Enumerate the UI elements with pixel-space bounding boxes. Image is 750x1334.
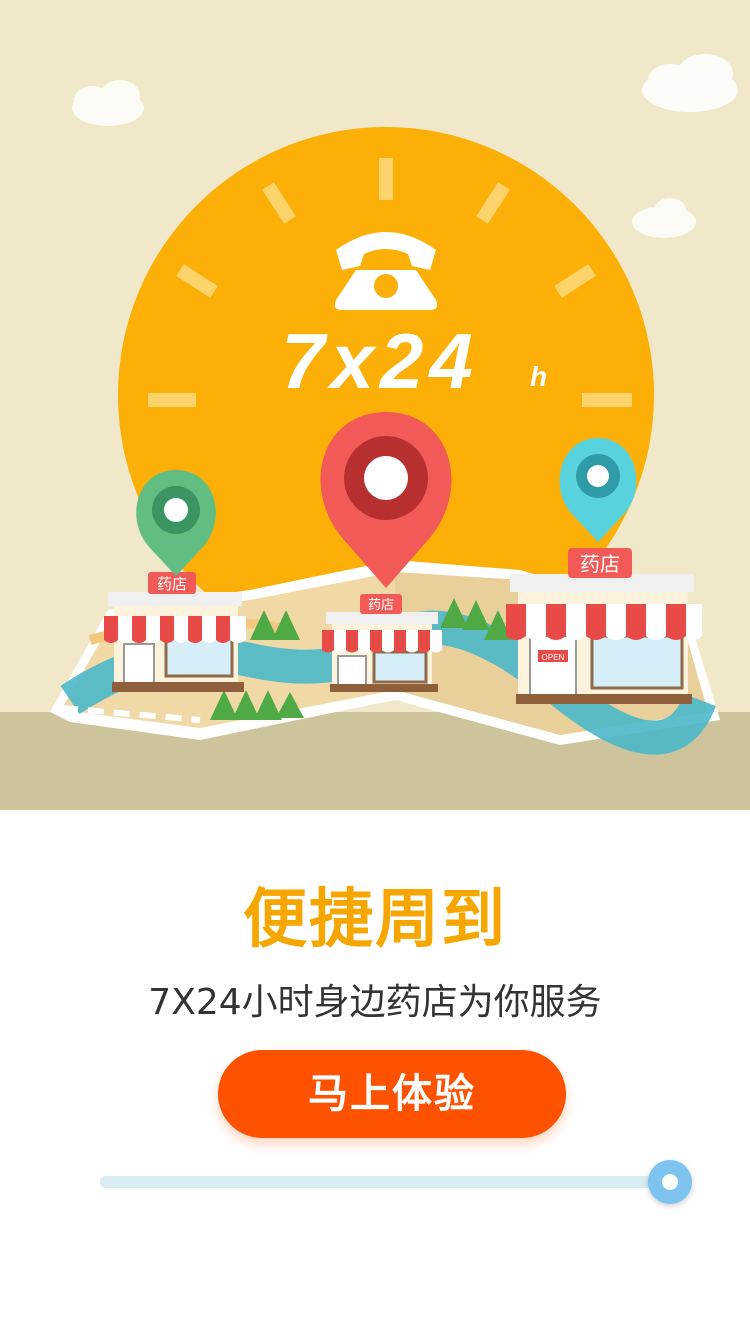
pharmacy-map-illustration: 7x24 h 药店 药店 OPEN 药店 [0,54,750,810]
cloud-icon [72,80,144,126]
onboarding-progress-slider[interactable] [100,1160,692,1204]
hours-text: 7x24 [281,317,479,405]
hero-illustration: 7x24 h 药店 药店 OPEN 药店 [0,0,750,810]
store-sign: 药店 [580,553,620,576]
open-sign: OPEN [542,653,565,662]
cloud-icon [642,54,738,112]
try-now-button[interactable]: 马上体验 [218,1050,566,1138]
cloud-icon [632,198,696,238]
store-sign: 药店 [157,576,187,593]
hours-suffix: h [530,361,547,392]
slider-fill [100,1176,670,1188]
slider-thumb[interactable] [648,1160,692,1204]
feature-description: 7X24小时身边药店为你服务 [148,982,602,1023]
onboarding-page: 7x24 h 药店 药店 OPEN 药店 便捷周到 7X24小时身边药店为你服务… [0,0,750,1334]
feature-title: 便捷周到 [243,883,507,957]
store-sign: 药店 [368,597,394,612]
